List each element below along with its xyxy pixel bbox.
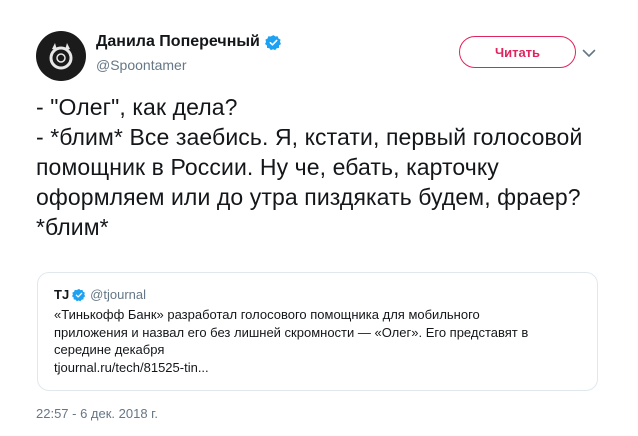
quoted-tweet-text: «Тинькофф Банк» разработал голосового по…: [54, 307, 529, 375]
chevron-down-icon[interactable]: [580, 44, 598, 62]
tweet-text: - "Олег", как дела? - *блим* Все заебись…: [36, 94, 583, 240]
author-name-row: Данила Поперечный: [96, 33, 282, 51]
verified-badge-icon: [264, 34, 282, 51]
avatar[interactable]: [36, 31, 86, 81]
tweet-card: Данила Поперечный @Spoontamer Читать - "…: [0, 0, 638, 436]
quoted-tweet-header: TJ @tjournal: [54, 287, 146, 302]
author-name[interactable]: Данила Поперечный: [96, 33, 260, 51]
quoted-author-name: TJ: [54, 287, 70, 302]
quoted-author-handle: @tjournal: [90, 287, 147, 302]
follow-button[interactable]: Читать: [459, 36, 576, 68]
avatar-logo: [49, 43, 73, 70]
verified-badge-icon: [72, 288, 86, 302]
tweet-timestamp[interactable]: 22:57 - 6 дек. 2018 г.: [36, 406, 158, 421]
author-handle[interactable]: @Spoontamer: [96, 57, 186, 73]
quoted-tweet[interactable]: TJ @tjournal «Тинькофф Банк» разработал …: [37, 272, 598, 391]
